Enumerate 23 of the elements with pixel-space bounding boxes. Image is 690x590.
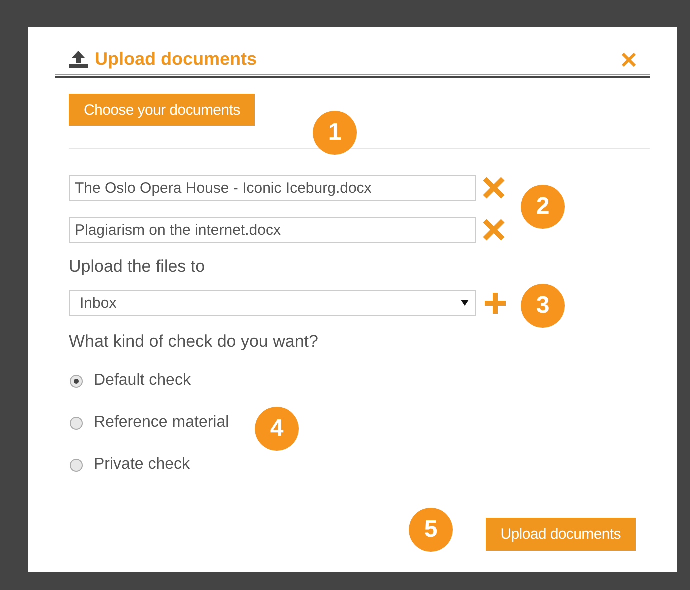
option-label[interactable]: Reference material bbox=[94, 414, 230, 432]
file-name-field[interactable]: Plagiarism on the internet.docx bbox=[69, 217, 476, 243]
callout-badge: 5 bbox=[409, 508, 453, 552]
option-label[interactable]: Default check bbox=[94, 372, 191, 390]
remove-icon[interactable] bbox=[482, 177, 506, 199]
callout-badge: 1 bbox=[313, 111, 357, 155]
dropdown-caret-icon bbox=[461, 300, 469, 306]
close-icon[interactable] bbox=[622, 52, 636, 66]
callout-badge: 3 bbox=[521, 284, 565, 328]
callout-badge: 4 bbox=[255, 407, 299, 451]
add-icon[interactable] bbox=[484, 292, 507, 314]
radio-button[interactable] bbox=[70, 458, 83, 472]
option-label[interactable]: Private check bbox=[94, 456, 190, 474]
radio-button[interactable] bbox=[70, 374, 83, 388]
remove-icon[interactable] bbox=[482, 219, 506, 241]
upload-icon bbox=[69, 51, 88, 68]
callout-badge: 2 bbox=[521, 185, 565, 229]
folder-dropdown[interactable]: Inbox bbox=[69, 290, 476, 316]
destination-label: Upload the files to bbox=[69, 257, 206, 277]
radio-button[interactable] bbox=[70, 416, 83, 430]
file-name-field[interactable]: The Oslo Opera House - Iconic Iceburg.docx bbox=[69, 175, 476, 201]
check-type-label: What kind of check do you want? bbox=[69, 332, 320, 352]
dialog-title: Upload documents bbox=[95, 49, 258, 70]
